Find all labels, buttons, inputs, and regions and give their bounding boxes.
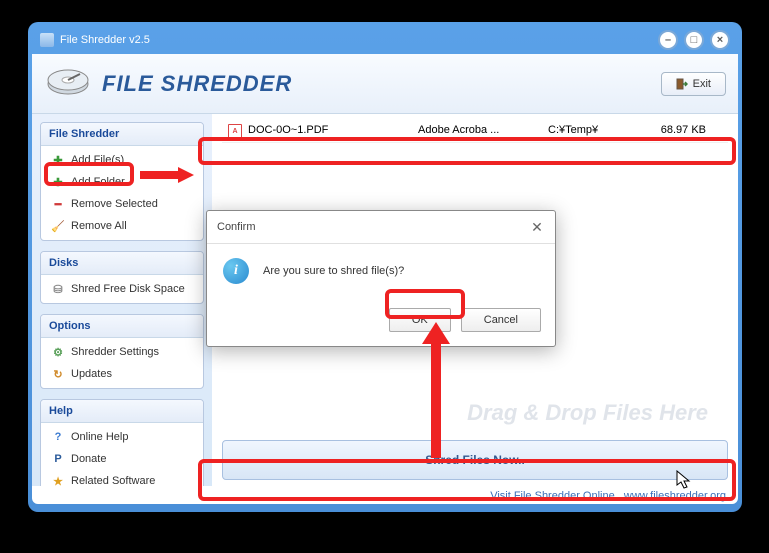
sidebar-item-online-help[interactable]: ? Online Help <box>45 426 199 448</box>
panel-help: Help ? Online Help P Donate ★ Related So <box>40 399 204 486</box>
dialog-message: Are you sure to shred file(s)? <box>263 265 404 277</box>
app-title: FILE SHREDDER <box>102 71 292 97</box>
panel-disks: Disks ⛁ Shred Free Disk Space <box>40 251 204 304</box>
plus-icon: ✚ <box>51 153 65 167</box>
header-bar: FILE SHREDDER Exit <box>32 54 738 114</box>
panel-body: ⛁ Shred Free Disk Space <box>41 275 203 303</box>
dialog-body: i Are you sure to shred file(s)? <box>207 244 555 298</box>
dialog-buttons: OK Cancel <box>207 298 555 346</box>
gear-icon: ⚙ <box>51 345 65 359</box>
sidebar: File Shredder ✚ Add File(s) ✚ Add Folder… <box>32 114 212 486</box>
item-label: Donate <box>71 453 106 465</box>
sidebar-item-remove-all[interactable]: 🧹 Remove All <box>45 215 199 237</box>
item-label: Remove Selected <box>71 198 158 210</box>
door-icon <box>676 78 688 90</box>
star-icon: ★ <box>51 474 65 486</box>
sidebar-item-add-files[interactable]: ✚ Add File(s) <box>45 149 199 171</box>
disk-icon: ⛁ <box>51 282 65 296</box>
file-type: Adobe Acroba ... <box>418 124 548 138</box>
refresh-icon: ↻ <box>51 367 65 381</box>
window-title: File Shredder v2.5 <box>60 34 150 46</box>
sidebar-item-add-folder[interactable]: ✚ Add Folder <box>45 171 199 193</box>
sidebar-item-updates[interactable]: ↻ Updates <box>45 363 199 385</box>
window-controls: – □ × <box>658 30 730 50</box>
question-icon: ? <box>51 430 65 444</box>
panel-header: Help <box>41 400 203 423</box>
item-label: Related Software <box>71 475 155 486</box>
dialog-titlebar[interactable]: Confirm ✕ <box>207 211 555 244</box>
titlebar[interactable]: File Shredder v2.5 <box>32 26 738 54</box>
footer: Visit File Shredder Online www.fileshred… <box>32 486 738 504</box>
bottom-bar: Shred Files Now.. <box>212 434 738 486</box>
plus-icon: ✚ <box>51 175 65 189</box>
item-label: Remove All <box>71 220 127 232</box>
panel-body: ? Online Help P Donate ★ Related Softwar… <box>41 423 203 486</box>
footer-link[interactable]: www.fileshredder.org <box>624 490 726 502</box>
file-row[interactable]: A DOC-0O~1.PDF Adobe Acroba ... C:¥Temp¥… <box>222 120 728 143</box>
panel-header: File Shredder <box>41 123 203 146</box>
sidebar-item-settings[interactable]: ⚙ Shredder Settings <box>45 341 199 363</box>
exit-label: Exit <box>693 78 711 90</box>
panel-header: Options <box>41 315 203 338</box>
item-label: Shred Free Disk Space <box>71 283 185 295</box>
panel-file-shredder: File Shredder ✚ Add File(s) ✚ Add Folder… <box>40 122 204 241</box>
panel-options: Options ⚙ Shredder Settings ↻ Updates <box>40 314 204 389</box>
info-icon: i <box>223 258 249 284</box>
drag-drop-hint: Drag & Drop Files Here <box>467 400 708 426</box>
file-size: 68.97 KB <box>638 124 722 138</box>
shred-files-button[interactable]: Shred Files Now.. <box>222 440 728 480</box>
minus-icon: ━ <box>51 197 65 211</box>
item-label: Add Folder <box>71 176 125 188</box>
sidebar-item-donate[interactable]: P Donate <box>45 448 199 470</box>
dialog-close-button[interactable]: ✕ <box>529 219 545 235</box>
sidebar-item-related-software[interactable]: ★ Related Software <box>45 470 199 486</box>
item-label: Shredder Settings <box>71 346 159 358</box>
cancel-button[interactable]: Cancel <box>461 308 541 332</box>
file-name: DOC-0O~1.PDF <box>248 124 418 138</box>
close-button[interactable]: × <box>710 30 730 50</box>
broom-icon: 🧹 <box>51 219 65 233</box>
sidebar-item-remove-selected[interactable]: ━ Remove Selected <box>45 193 199 215</box>
maximize-button[interactable]: □ <box>684 30 704 50</box>
item-label: Updates <box>71 368 112 380</box>
panel-body: ⚙ Shredder Settings ↻ Updates <box>41 338 203 388</box>
minimize-button[interactable]: – <box>658 30 678 50</box>
panel-header: Disks <box>41 252 203 275</box>
confirm-dialog: Confirm ✕ i Are you sure to shred file(s… <box>206 210 556 347</box>
paypal-icon: P <box>51 452 65 466</box>
item-label: Online Help <box>71 431 128 443</box>
ok-button[interactable]: OK <box>389 308 451 332</box>
dialog-title: Confirm <box>217 221 256 233</box>
item-label: Add File(s) <box>71 154 124 166</box>
exit-button[interactable]: Exit <box>661 72 726 96</box>
pdf-icon: A <box>228 124 242 138</box>
footer-text: Visit File Shredder Online <box>490 490 615 502</box>
sidebar-item-shred-free-space[interactable]: ⛁ Shred Free Disk Space <box>45 278 199 300</box>
file-path: C:¥Temp¥ <box>548 124 638 138</box>
panel-body: ✚ Add File(s) ✚ Add Folder ━ Remove Sele… <box>41 146 203 240</box>
app-icon <box>40 33 54 47</box>
drive-icon <box>44 66 92 102</box>
